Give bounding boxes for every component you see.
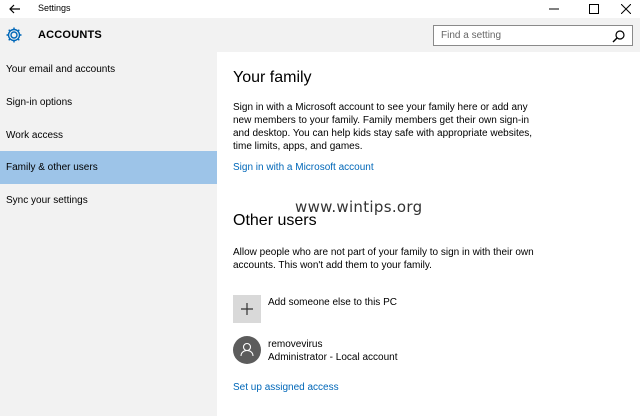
user-role: Administrator - Local account (268, 352, 398, 363)
add-user-label[interactable]: Add someone else to this PC (268, 297, 397, 308)
search-placeholder: Find a setting (441, 30, 502, 41)
title-bar: Settings (0, 0, 640, 18)
sidebar-item-sign-in-options[interactable]: Sign-in options (0, 86, 217, 119)
maximize-icon[interactable] (580, 0, 608, 18)
minimize-icon[interactable] (540, 0, 568, 18)
sidebar-item-family-other-users[interactable]: Family & other users (0, 151, 217, 184)
gear-icon (5, 26, 23, 44)
sign-in-microsoft-link[interactable]: Sign in with a Microsoft account (233, 162, 374, 173)
avatar[interactable] (233, 336, 261, 364)
sidebar-item-work-access[interactable]: Work access (0, 119, 217, 152)
sidebar-item-sync-settings[interactable]: Sync your settings (0, 184, 217, 217)
plus-icon (241, 303, 253, 315)
close-icon[interactable] (612, 0, 640, 18)
page-title: ACCOUNTS (38, 29, 102, 41)
user-name[interactable]: removevirus (268, 339, 322, 350)
window-title: Settings (38, 3, 71, 13)
settings-header: ACCOUNTS Find a setting (0, 18, 640, 52)
search-input[interactable]: Find a setting (433, 25, 633, 46)
main-content: Your family Sign in with a Microsoft acc… (217, 52, 640, 416)
back-arrow-icon[interactable] (6, 1, 24, 17)
search-icon[interactable] (612, 29, 626, 43)
sidebar: Your email and accounts Sign-in options … (0, 52, 217, 416)
person-icon (240, 342, 254, 357)
add-user-button[interactable] (233, 295, 261, 323)
other-users-description: Allow people who are not part of your fa… (233, 247, 534, 271)
other-users-heading: Other users (233, 212, 317, 229)
your-family-description: Sign in with a Microsoft account to see … (233, 102, 533, 152)
your-family-heading: Your family (233, 69, 312, 86)
assigned-access-link[interactable]: Set up assigned access (233, 382, 339, 393)
sidebar-item-email-accounts[interactable]: Your email and accounts (0, 53, 217, 86)
